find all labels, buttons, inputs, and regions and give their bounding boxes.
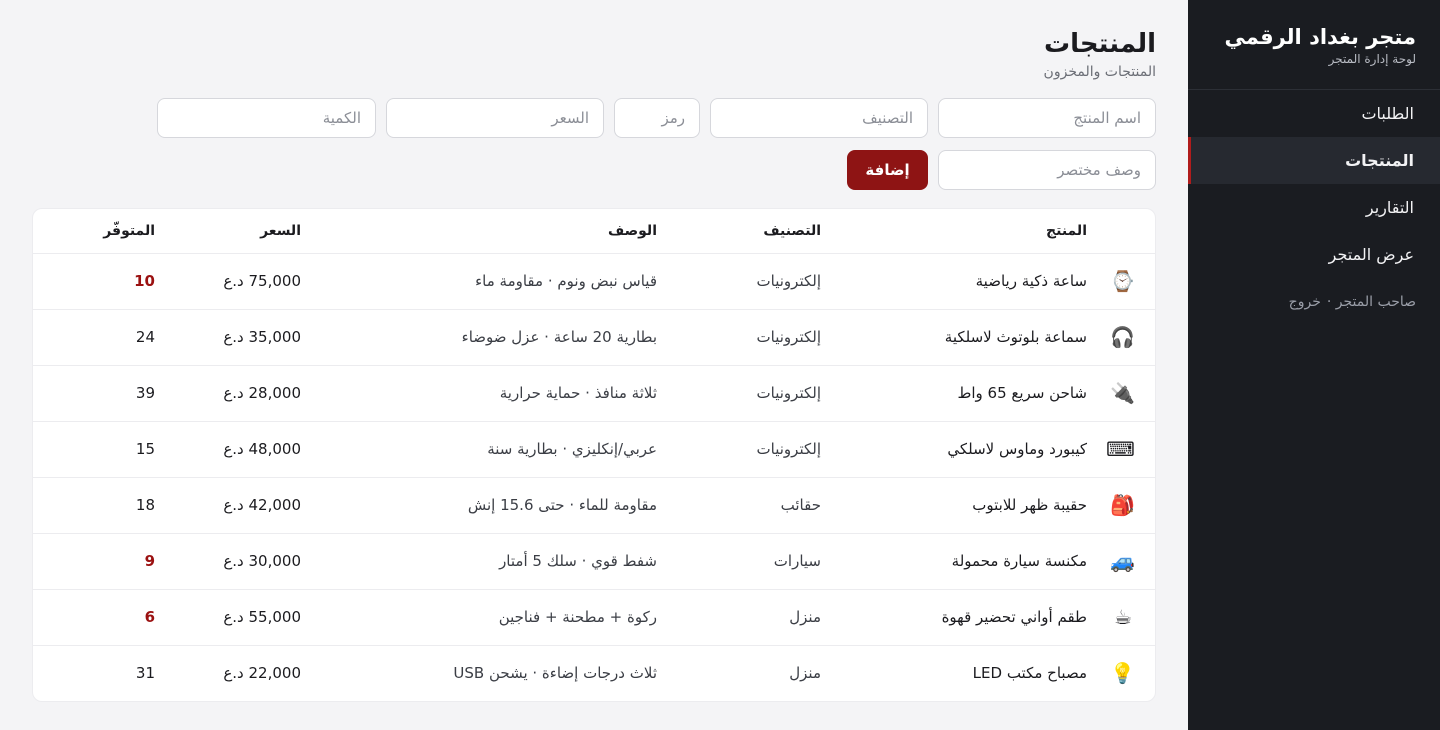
product-description: شفط قوي · سلك 5 أمتار xyxy=(499,552,657,570)
table-row[interactable]: 🎒 حقيبة ظهر للابتوب حقائب مقاومة للماء · حت… xyxy=(33,477,1155,533)
product-category: منزل xyxy=(789,664,821,683)
product-description: بطارية 20 ساعة · عزل ضوضاء xyxy=(461,328,657,346)
product-category: إلكترونيات xyxy=(756,384,821,402)
product-price: 35,000 د.ع xyxy=(223,328,301,346)
quantity-input[interactable] xyxy=(157,98,376,138)
products-table-card: المنتج التصنيف الوصف السعر المتوفّر ⌚ ساع… xyxy=(32,208,1156,702)
page-subtitle: المنتجات والمخزون xyxy=(1043,64,1156,80)
header-product: المنتج xyxy=(1046,222,1087,239)
product-price: 28,000 د.ع xyxy=(223,384,301,402)
watch-icon: ⌚ xyxy=(1110,269,1135,293)
table-body: ⌚ ساعة ذكية رياضية إلكترونيات قياس نبض ونوم… xyxy=(33,253,1155,701)
table-row[interactable]: 🚙 مكنسة سيارة محمولة سيارات شفط قوي · سلك 5… xyxy=(33,533,1155,589)
table-row[interactable]: 🔌 شاحن سريع 65 واط إلكترونيات ثلاثة منافذ ·… xyxy=(33,365,1155,421)
code-input[interactable] xyxy=(614,98,700,138)
headphones-icon: 🎧 xyxy=(1110,325,1135,349)
product-name: شاحن سريع 65 واط xyxy=(957,384,1087,402)
sidebar-item-reports[interactable]: التقارير xyxy=(1188,184,1440,231)
category-input[interactable] xyxy=(710,98,928,138)
product-category: إلكترونيات xyxy=(756,328,821,346)
product-description: ثلاث درجات إضاءة · يشحن USB xyxy=(453,664,657,683)
sidebar-item-storefront[interactable]: عرض المتجر xyxy=(1188,231,1440,278)
keyboard-icon: ⌨ xyxy=(1106,437,1135,461)
sidebar-footer: صاحب المتجر · خروج xyxy=(1188,278,1440,326)
product-price: 55,000 د.ع xyxy=(223,608,301,626)
product-name: مصباح مكتب LED xyxy=(972,664,1087,683)
store-name: متجر بغداد الرقمي xyxy=(1224,25,1416,49)
product-description: قياس نبض ونوم · مقاومة ماء xyxy=(475,272,657,290)
product-name: حقيبة ظهر للابتوب xyxy=(972,496,1087,514)
description-input[interactable] xyxy=(938,150,1156,190)
product-price: 75,000 د.ع xyxy=(223,272,301,290)
add-product-form: إضافة xyxy=(32,98,1156,192)
header-description: الوصف xyxy=(607,222,657,239)
product-name: ساعة ذكية رياضية xyxy=(975,272,1087,290)
plug-icon: 🔌 xyxy=(1110,381,1135,405)
page-title: المنتجات xyxy=(1044,29,1156,59)
product-category: منزل xyxy=(789,608,821,626)
light-bulb-icon: 💡 xyxy=(1110,661,1135,686)
product-price: 42,000 د.ع xyxy=(223,496,301,514)
car-icon: 🚙 xyxy=(1110,549,1135,573)
product-category: إلكترونيات xyxy=(756,272,821,290)
backpack-icon: 🎒 xyxy=(1110,493,1135,517)
product-description: عربي/إنكليزي · بطارية سنة xyxy=(487,440,657,458)
store-subtitle: لوحة إدارة المتجر xyxy=(1328,52,1416,66)
user-label: صاحب المتجر · xyxy=(1326,294,1416,310)
sidebar-item-products[interactable]: المنتجات xyxy=(1188,137,1440,184)
table-row[interactable]: 💡 مصباح مكتب LED منزل ثلاث درجات إضاءة · يش… xyxy=(33,645,1155,701)
product-stock: 39 xyxy=(135,384,155,402)
product-name-input[interactable] xyxy=(938,98,1156,138)
table-header-row: المنتج التصنيف الوصف السعر المتوفّر xyxy=(33,209,1155,253)
product-stock: 24 xyxy=(135,328,155,346)
add-button[interactable]: إضافة xyxy=(847,150,928,190)
table-row[interactable]: ⌨ كيبورد وماوس لاسلكي إلكترونيات عربي/إنكلي… xyxy=(33,421,1155,477)
table-row[interactable]: ⌚ ساعة ذكية رياضية إلكترونيات قياس نبض ونوم… xyxy=(33,253,1155,309)
product-category: إلكترونيات xyxy=(756,440,821,458)
product-stock: 18 xyxy=(135,496,155,514)
product-stock: 6 xyxy=(144,608,155,626)
header-icon xyxy=(1087,209,1155,253)
product-description: مقاومة للماء · حتى 15.6 إنش xyxy=(467,496,657,514)
product-stock: 31 xyxy=(135,664,155,683)
price-input[interactable] xyxy=(386,98,604,138)
product-name: سماعة بلوتوث لاسلكية xyxy=(944,328,1087,346)
products-table: المنتج التصنيف الوصف السعر المتوفّر ⌚ ساع… xyxy=(33,209,1155,701)
product-stock: 10 xyxy=(134,272,155,290)
header-price: السعر xyxy=(260,222,301,239)
product-category: حقائب xyxy=(780,496,821,514)
logout-link[interactable]: خروج xyxy=(1289,294,1321,310)
product-price: 48,000 د.ع xyxy=(223,440,301,458)
sidebar: متجر بغداد الرقمي لوحة إدارة المتجر الطل… xyxy=(1188,0,1440,730)
product-stock: 9 xyxy=(144,552,155,570)
sidebar-nav: الطلبات المنتجات التقارير عرض المتجر xyxy=(1188,90,1440,278)
table-row[interactable]: ☕ طقم أواني تحضير قهوة منزل ركوة + مطحنة + … xyxy=(33,589,1155,645)
table-row[interactable]: 🎧 سماعة بلوتوث لاسلكية إلكترونيات بطارية 20… xyxy=(33,309,1155,365)
product-name: مكنسة سيارة محمولة xyxy=(951,552,1087,570)
product-stock: 15 xyxy=(135,440,155,458)
product-name: كيبورد وماوس لاسلكي xyxy=(947,440,1087,458)
header-category: التصنيف xyxy=(763,222,821,239)
header-stock: المتوفّر xyxy=(103,222,155,239)
product-name: طقم أواني تحضير قهوة xyxy=(941,608,1087,626)
product-price: 22,000 د.ع xyxy=(223,664,301,683)
coffee-cup-icon: ☕ xyxy=(1114,605,1132,629)
product-description: ركوة + مطحنة + فناجين xyxy=(498,608,657,626)
product-price: 30,000 د.ع xyxy=(223,552,301,570)
product-category: سيارات xyxy=(773,552,821,570)
brand: متجر بغداد الرقمي لوحة إدارة المتجر xyxy=(1188,0,1440,90)
main-content: المنتجات المنتجات والمخزون إضافة المنتج … xyxy=(32,0,1156,702)
sidebar-item-orders[interactable]: الطلبات xyxy=(1188,90,1440,137)
product-description: ثلاثة منافذ · حماية حرارية xyxy=(499,384,657,402)
